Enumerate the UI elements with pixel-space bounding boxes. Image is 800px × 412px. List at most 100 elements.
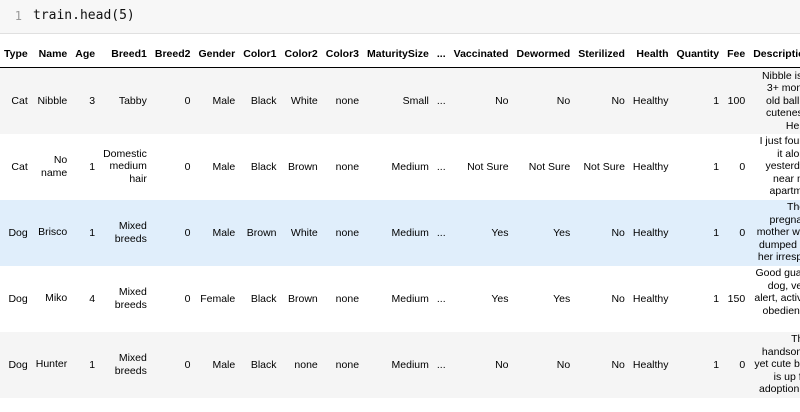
table-cell: Tabby xyxy=(118,94,147,107)
table-cell: Brown xyxy=(246,226,277,239)
table-cell: 1 xyxy=(713,160,720,173)
table-cell: No xyxy=(495,94,509,107)
table-cell: Healthy xyxy=(632,226,669,239)
table-cell: none xyxy=(335,160,360,173)
table-cell: No name xyxy=(40,154,68,179)
table-cell: No xyxy=(556,358,571,371)
table-cell: Good guard dog, very alert, active, obed… xyxy=(754,267,800,317)
table-cell: Yes xyxy=(491,292,509,305)
table-cell: Cat xyxy=(11,94,28,107)
table-cell: 0 xyxy=(739,160,746,173)
table-cell: Male xyxy=(212,94,236,107)
table-cell: Male xyxy=(212,226,236,239)
table-cell: Black xyxy=(250,94,277,107)
table-cell: Black xyxy=(250,292,277,305)
column-header: Age xyxy=(71,40,100,68)
table-row[interactable]: Cat Nibble 3 Tabby 0 Male Black White none Small.… xyxy=(0,67,800,134)
table-cell: No xyxy=(611,358,625,371)
table-cell: Not Sure xyxy=(583,160,625,173)
column-header: MaturitySize xyxy=(363,40,433,68)
table-cell: Not Sure xyxy=(528,160,571,173)
line-number: 1 xyxy=(14,9,22,23)
table-row[interactable]: Dog Miko 4 Mixed breeds 0 Female Black Brown non… xyxy=(0,265,800,332)
table-cell: Hunter xyxy=(35,358,68,371)
table-cell: ... xyxy=(436,358,446,371)
table-cell: 0 xyxy=(184,94,191,107)
column-header: Type xyxy=(0,40,32,68)
table-cell: Yes xyxy=(491,226,509,239)
table-cell: 1 xyxy=(713,226,720,239)
table-cell: none xyxy=(335,94,360,107)
table-cell: 0 xyxy=(184,358,191,371)
table-cell: ... xyxy=(436,160,446,173)
column-header: Vaccinated xyxy=(449,40,513,68)
table-cell: 1 xyxy=(713,292,720,305)
column-header: Breed2 xyxy=(150,40,195,68)
column-header: Color3 xyxy=(321,40,364,68)
table-cell: Black xyxy=(250,160,277,173)
table-cell: Medium xyxy=(391,160,429,173)
table-cell: No xyxy=(495,358,509,371)
table-cell: 1 xyxy=(89,358,96,371)
table-cell: 3 xyxy=(89,94,96,107)
table-cell: 1 xyxy=(713,358,720,371)
table-cell: Domestic medium hair xyxy=(103,147,147,185)
column-header: Name xyxy=(31,40,72,68)
table-cell: No xyxy=(611,292,625,305)
table-cell: Healthy xyxy=(632,358,669,371)
column-header: Quantity xyxy=(672,40,724,68)
code-cell[interactable]: 1 train.head(5) xyxy=(0,0,800,34)
column-header: Breed1 xyxy=(99,40,151,68)
table-cell: none xyxy=(294,358,318,371)
table-cell: Medium xyxy=(391,358,429,371)
table-cell: White xyxy=(290,94,318,107)
column-header: Dewormed xyxy=(512,40,575,68)
column-header: Color2 xyxy=(280,40,322,68)
column-header: Fee xyxy=(723,40,750,68)
table-cell: 0 xyxy=(739,358,746,371)
table-cell: Healthy xyxy=(632,292,669,305)
table-cell: 0 xyxy=(184,160,191,173)
table-cell: Medium xyxy=(391,292,429,305)
table-cell: No xyxy=(611,226,625,239)
output-area: Type Name Age Breed1 Breed2 Gender Color1 Color… xyxy=(0,40,800,398)
table-cell: 100 xyxy=(727,94,746,107)
table-cell: Male xyxy=(212,160,236,173)
table-cell: Medium xyxy=(391,226,429,239)
table-cell: 150 xyxy=(727,292,746,305)
table-cell: Their pregnant mother was dumped by her … xyxy=(756,201,800,264)
table-cell: Dog xyxy=(8,358,28,371)
table-cell: Black xyxy=(250,358,277,371)
header-row: Type Name Age Breed1 Breed2 Gender Color1 Color… xyxy=(0,40,800,68)
table-cell: 0 xyxy=(184,226,191,239)
column-header: Color1 xyxy=(239,40,281,68)
table-cell: ... xyxy=(436,226,446,239)
table-cell: Nibble xyxy=(37,94,68,107)
table-cell: This handsome yet cute boy is up for ado… xyxy=(754,333,800,396)
column-header: ... xyxy=(432,40,450,68)
column-header: Gender xyxy=(194,40,240,68)
table-row[interactable]: Cat No name 1 Domestic medium hair 0 Male Blac… xyxy=(0,133,800,200)
table-cell: Dog xyxy=(8,292,28,305)
table-cell: 0 xyxy=(184,292,191,305)
table-cell: Mixed breeds xyxy=(114,286,147,311)
table-cell: Brown xyxy=(288,292,318,305)
table-cell: Healthy xyxy=(632,160,669,173)
table-cell: 1 xyxy=(713,94,720,107)
table-cell: No xyxy=(611,94,625,107)
table-row[interactable]: Dog Hunter 1 Mixed breeds 0 Male Black none none… xyxy=(0,331,800,398)
code-input[interactable]: train.head(5) xyxy=(33,8,135,23)
table-row[interactable]: Dog Brisco 1 Mixed breeds 0 Male Brown White non… xyxy=(0,199,800,266)
table-cell: Female xyxy=(200,292,236,305)
table-cell: 0 xyxy=(739,226,746,239)
table-cell: Male xyxy=(212,358,236,371)
table-cell: Mixed breeds xyxy=(114,220,147,245)
dataframe-table: Type Name Age Breed1 Breed2 Gender Color1 Color… xyxy=(0,40,800,398)
column-header: Health xyxy=(628,40,673,68)
table-cell: ... xyxy=(436,94,446,107)
table-cell: White xyxy=(290,226,318,239)
table-cell: none xyxy=(335,226,360,239)
table-cell: No xyxy=(556,94,571,107)
table-cell: Miko xyxy=(45,292,68,305)
column-header: Sterilized xyxy=(574,40,629,68)
